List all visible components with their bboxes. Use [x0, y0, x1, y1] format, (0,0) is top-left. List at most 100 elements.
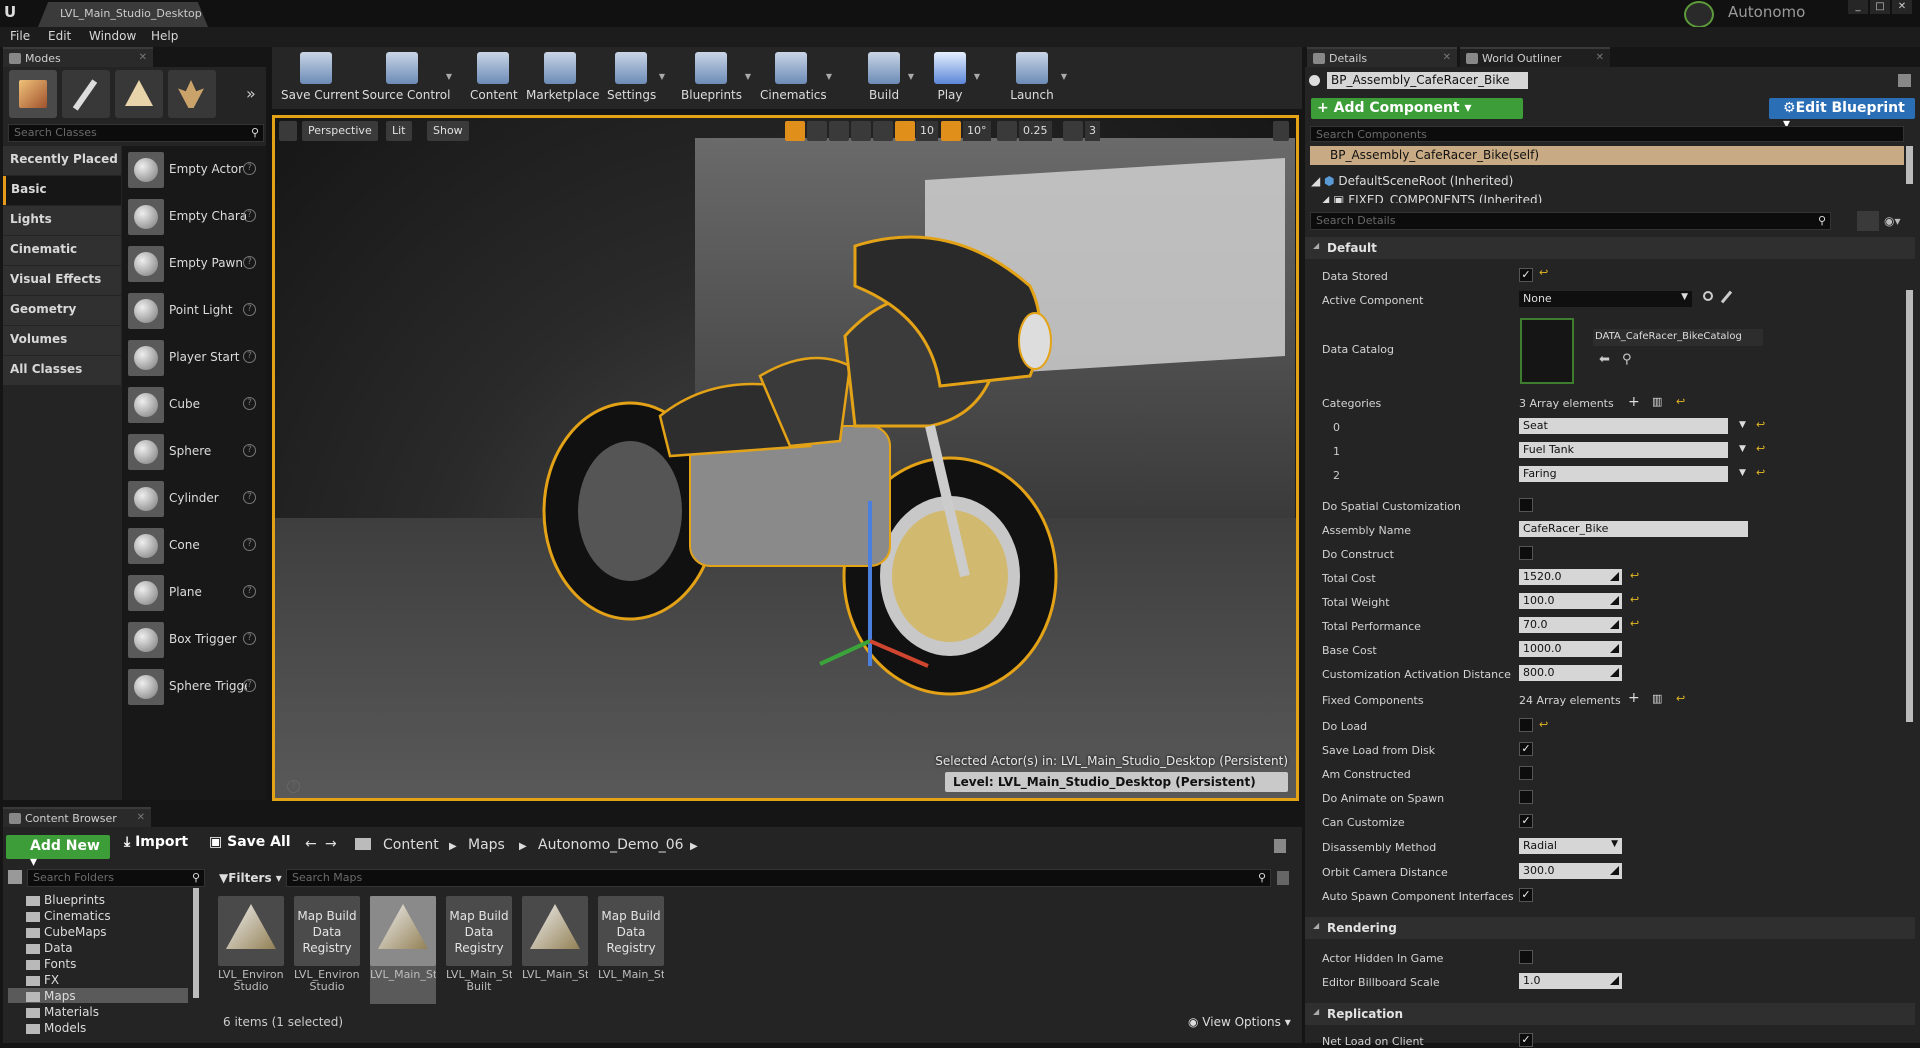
foliage-mode-icon[interactable] [168, 70, 216, 118]
category-geometry[interactable]: Geometry [3, 296, 121, 325]
visibility-options-icon[interactable]: ◉▾ [1884, 214, 1901, 228]
help-icon[interactable]: ? [243, 585, 256, 598]
category-all-classes[interactable]: All Classes [3, 356, 121, 385]
translate-icon[interactable] [785, 121, 805, 141]
asset-tile[interactable]: LVL_Environment_Static Studio [218, 896, 284, 1004]
folder-fx[interactable]: FX [26, 973, 59, 987]
save-search-icon[interactable] [1277, 871, 1289, 885]
place-item-point-light[interactable]: Point Light? [122, 287, 266, 334]
prop-do-animate-on-spawn-checkbox[interactable] [1519, 790, 1533, 804]
section-replication[interactable]: Replication [1305, 1003, 1915, 1025]
close-icon[interactable]: ✕ [1443, 52, 1451, 63]
place-item-player-start[interactable]: Player Start? [122, 334, 266, 381]
menu-help[interactable]: Help [151, 29, 178, 43]
camera-speed-value[interactable]: 3 [1085, 121, 1100, 141]
search-details-input[interactable]: Search Details ⚲ [1310, 212, 1831, 230]
category-cinematic[interactable]: Cinematic [3, 236, 121, 265]
browse-icon[interactable] [1703, 291, 1713, 301]
data-catalog-thumbnail-icon[interactable] [1520, 318, 1574, 384]
blueprints-button[interactable]: Blueprints ▼ [681, 50, 751, 106]
chevron-down-icon[interactable]: ▼ [1061, 72, 1067, 81]
close-icon[interactable]: ✕ [1892, 0, 1912, 14]
help-icon[interactable]: ? [287, 780, 300, 793]
help-icon[interactable]: ? [243, 538, 256, 551]
tab-details[interactable]: Details ✕ [1307, 47, 1457, 67]
prop-categories-label[interactable]: Categories [1322, 397, 1381, 410]
show-button[interactable]: Show [427, 121, 469, 141]
breadcrumb-autonomo-demo[interactable]: Autonomo_Demo_06 [538, 837, 684, 853]
browse-icon[interactable]: ⚲ [1622, 352, 1632, 367]
reset-to-default-icon[interactable]: ↩ [1630, 617, 1639, 630]
filters-button[interactable]: ▼Filters ▾ [219, 871, 282, 885]
reset-to-default-icon[interactable]: ↩ [1756, 466, 1765, 479]
surface-snap-icon[interactable] [873, 121, 893, 141]
prop-do-spatial-customization-checkbox[interactable] [1519, 498, 1533, 512]
help-icon[interactable]: ? [243, 397, 256, 410]
help-icon[interactable]: ? [243, 162, 256, 175]
close-icon[interactable]: ✕ [139, 52, 147, 63]
category-basic[interactable]: Basic [3, 176, 121, 205]
paint-mode-icon[interactable] [62, 70, 110, 118]
prop-base-cost-field[interactable]: 1000.0 [1519, 641, 1622, 657]
place-item-empty-actor[interactable]: Empty Actor? [122, 146, 266, 193]
component-self[interactable]: BP_Assembly_CafeRacer_Bike(self) [1310, 146, 1904, 165]
place-item-plane[interactable]: Plane? [122, 569, 266, 616]
place-mode-icon[interactable] [9, 70, 57, 118]
actor-name-field[interactable]: BP_Assembly_CafeRacer_Bike [1327, 72, 1528, 89]
prop-do-construct-checkbox[interactable] [1519, 546, 1533, 560]
asset-tile[interactable]: Map Build Data Registry LVL_Main_Studio_V… [598, 896, 664, 1004]
motorcycle-actor[interactable] [510, 226, 1070, 696]
help-icon[interactable]: ? [243, 679, 256, 692]
play-button[interactable]: Play ▼ [930, 50, 980, 106]
prop-active-component-dropdown[interactable]: None ▼ [1519, 291, 1692, 307]
breadcrumb-content[interactable]: Content [383, 837, 439, 853]
prop-editor-billboard-scale-field[interactable]: 1.0 [1519, 973, 1622, 989]
rotate-icon[interactable] [807, 121, 827, 141]
close-icon[interactable]: ✕ [137, 812, 145, 823]
prop-disassembly-method-dropdown[interactable]: Radial ▼ [1519, 838, 1622, 854]
place-item-cube[interactable]: Cube? [122, 381, 266, 428]
chevron-down-icon[interactable]: ▼ [1739, 420, 1746, 430]
lock-icon[interactable] [1274, 839, 1286, 853]
camera-speed-icon[interactable] [1063, 121, 1083, 141]
data-catalog-dropdown[interactable]: DATA_CafeRacer_BikeCatalog [1593, 329, 1763, 346]
place-item-empty-character[interactable]: Empty Character? [122, 193, 266, 240]
place-item-empty-pawn[interactable]: Empty Pawn? [122, 240, 266, 287]
lit-button[interactable]: Lit [386, 121, 412, 141]
prop-net-load-on-client-checkbox[interactable]: ✓ [1519, 1033, 1533, 1047]
place-item-sphere-trigger[interactable]: Sphere Trigger? [122, 663, 266, 710]
world-local-icon[interactable] [851, 121, 871, 141]
scale-snap-value[interactable]: 0.25 [1019, 121, 1052, 141]
chevron-down-icon[interactable]: ▼ [659, 72, 665, 81]
reset-to-default-icon[interactable]: ↩ [1539, 718, 1548, 731]
menu-file[interactable]: File [10, 29, 30, 43]
grid-snap-icon[interactable] [895, 121, 915, 141]
property-matrix-icon[interactable] [1857, 211, 1879, 231]
components-scrollbar[interactable] [1906, 146, 1913, 184]
chevron-down-icon[interactable]: ▼ [1739, 468, 1746, 478]
content-button[interactable]: Content [470, 50, 518, 106]
reset-to-default-icon[interactable]: ↩ [1630, 593, 1639, 606]
place-item-sphere[interactable]: Sphere? [122, 428, 266, 475]
search-folders-input[interactable]: Search Folders ⚲ [27, 869, 205, 887]
import-button[interactable]: ⤓ Import [124, 834, 188, 858]
add-new-button[interactable]: Add New ▾ [6, 835, 110, 870]
add-component-button[interactable]: + Add Component ▾ [1311, 98, 1523, 119]
spinner-icon[interactable] [1610, 644, 1619, 653]
reset-to-default-icon[interactable]: ↩ [1756, 418, 1765, 431]
place-item-cone[interactable]: Cone? [122, 522, 266, 569]
menu-edit[interactable]: Edit [48, 29, 71, 43]
add-element-icon[interactable]: + [1628, 394, 1640, 410]
folder-blueprints[interactable]: Blueprints [26, 893, 105, 907]
reset-to-default-icon[interactable]: ↩ [1676, 395, 1685, 408]
prop-am-constructed-checkbox[interactable] [1519, 766, 1533, 780]
spinner-icon[interactable] [1610, 620, 1619, 629]
category-fuel-tank-field[interactable]: Fuel Tank [1519, 442, 1728, 458]
asset-tile[interactable]: LVL_Main_Studio_VR [522, 896, 588, 1004]
back-arrow-icon[interactable]: ← [305, 836, 317, 852]
prop-total-performance-field[interactable]: 70.0 [1519, 617, 1622, 633]
folder-tree-icon[interactable] [8, 870, 22, 884]
document-tab[interactable]: LVL_Main_Studio_Desktop [38, 2, 208, 27]
level-viewport[interactable]: Perspective Lit Show 10 10° 0.25 3 Selec… [272, 115, 1299, 801]
folder-fonts[interactable]: Fonts [26, 957, 76, 971]
